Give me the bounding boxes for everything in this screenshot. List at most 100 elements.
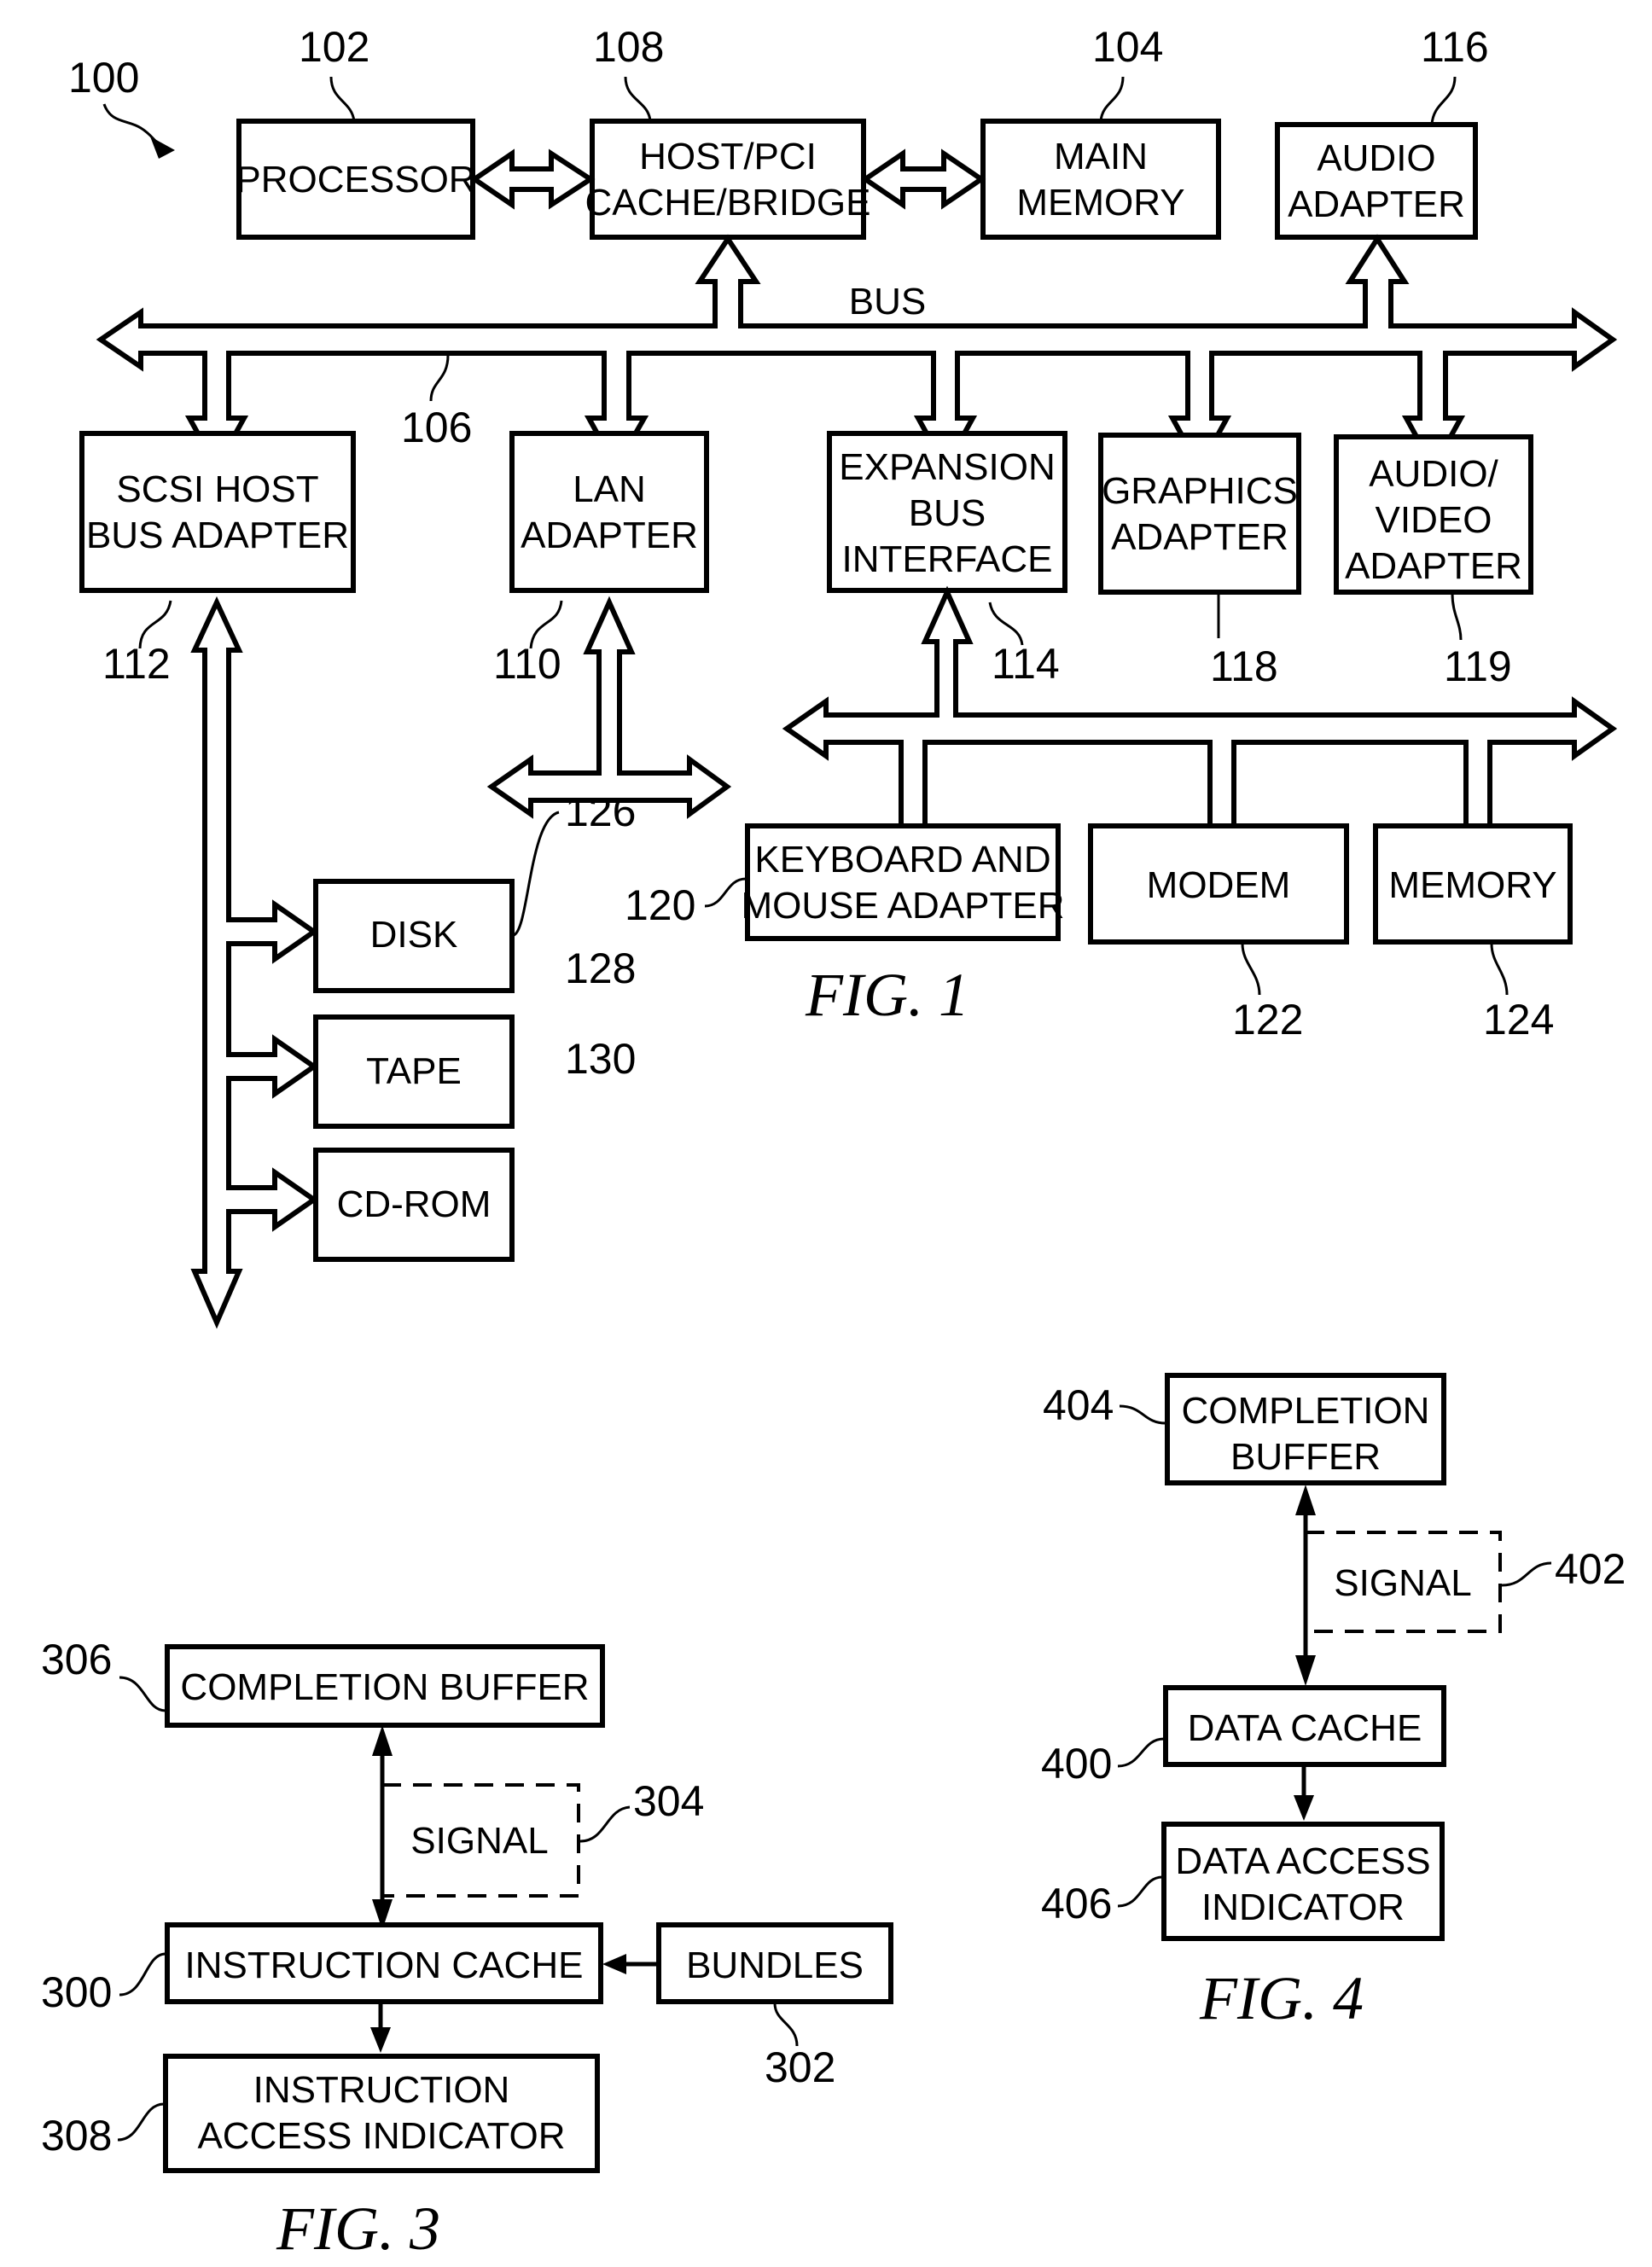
scsi-host-bus-adapter-box <box>79 431 356 593</box>
ref-404-leader <box>1119 1404 1166 1425</box>
fig4-signal-label: SIGNAL <box>1334 1562 1471 1604</box>
memory-label: MEMORY <box>1388 864 1556 906</box>
ref-119-leader <box>1451 593 1463 641</box>
ref-308-leader <box>117 2102 165 2142</box>
ref-128: 128 <box>565 945 636 992</box>
ref-119: 119 <box>1444 642 1512 690</box>
modem-label: MODEM <box>1147 864 1291 906</box>
ref-402: 402 <box>1555 1545 1626 1593</box>
lan-network-arrow <box>486 596 732 819</box>
ref-404: 404 <box>1043 1381 1114 1429</box>
dai-label-1: DATA ACCESS <box>1175 1840 1430 1882</box>
expansion-label-2: BUS <box>909 492 986 534</box>
fig4-arrowhead-down <box>1295 1655 1316 1686</box>
iai-label-2: ACCESS INDICATOR <box>197 2115 565 2157</box>
ref-302: 302 <box>765 2043 835 2091</box>
bridge-memory-arrow <box>860 148 986 210</box>
kbd-label-1: KEYBOARD AND <box>754 839 1050 881</box>
ref-400-leader <box>1117 1737 1165 1768</box>
fig3-signal-label: SIGNAL <box>410 1820 548 1862</box>
ref-108: 108 <box>593 23 664 71</box>
figure-1: 100 PROCESSOR 102 HOST/PCI CACHE/BRIDGE … <box>68 23 1618 1329</box>
ref-400: 400 <box>1041 1740 1112 1787</box>
ref-106: 106 <box>401 404 472 451</box>
processor-label: PROCESSOR <box>236 159 475 201</box>
ref-406: 406 <box>1041 1880 1112 1927</box>
ref-106-leader <box>429 354 450 402</box>
data-cache-to-indicator-arrowhead <box>1294 1795 1314 1821</box>
ref-112: 112 <box>102 640 171 688</box>
fig-1-caption: FIG. 1 <box>805 961 969 1029</box>
fig-4-caption: FIG. 4 <box>1199 1964 1364 2032</box>
tape-label: TAPE <box>366 1050 462 1092</box>
ref-124: 124 <box>1483 996 1554 1043</box>
disk-label: DISK <box>370 914 458 956</box>
instruction-cache-label: INSTRUCTION CACHE <box>185 1944 584 1986</box>
ref-108-leader <box>624 76 652 122</box>
ref-120: 120 <box>625 881 695 929</box>
ref-102: 102 <box>299 23 369 71</box>
ref-100: 100 <box>68 54 139 102</box>
ref-300-leader <box>119 1952 166 1997</box>
av-label-3: ADAPTER <box>1345 545 1522 587</box>
ref-116-leader <box>1430 76 1457 125</box>
figure-4: COMPLETION BUFFER 404 SIGNAL 402 DATA CA… <box>1041 1373 1626 2032</box>
host-bridge-label-2: CACHE/BRIDGE <box>585 182 871 224</box>
graphics-label-2: ADAPTER <box>1111 516 1288 558</box>
expansion-label-1: EXPANSION <box>839 446 1055 488</box>
scsi-bus <box>190 596 319 1329</box>
fig-3-caption: FIG. 3 <box>276 2194 440 2263</box>
ref-114-leader <box>988 602 1024 646</box>
fig3-arrowhead-up <box>372 1725 393 1756</box>
ref-104: 104 <box>1092 23 1163 71</box>
ref-302-leader <box>773 2003 799 2047</box>
main-memory-label-1: MAIN <box>1054 136 1148 177</box>
figure-3: COMPLETION BUFFER 306 SIGNAL 304 INSTRUC… <box>41 1636 893 2263</box>
ref-130: 130 <box>565 1035 636 1083</box>
ref-124-leader <box>1490 943 1509 996</box>
av-label-1: AUDIO/ <box>1369 453 1498 495</box>
main-memory-label-2: MEMORY <box>1016 182 1184 224</box>
ref-300: 300 <box>41 1968 112 2016</box>
bundles-arrowhead <box>602 1954 626 1974</box>
iai-label-1: INSTRUCTION <box>253 2069 510 2111</box>
ref-306-leader <box>119 1676 166 1712</box>
ref-100-arrowhead <box>150 137 175 159</box>
ref-122: 122 <box>1232 996 1303 1043</box>
cache-to-indicator-arrowhead <box>370 2027 391 2053</box>
kbd-label-2: MOUSE ADAPTER <box>742 885 1065 927</box>
fig4-completion-buffer-label-2: BUFFER <box>1230 1436 1381 1478</box>
bundles-label: BUNDLES <box>686 1944 864 1986</box>
data-cache-label: DATA CACHE <box>1188 1707 1422 1749</box>
ref-102-leader <box>329 76 356 122</box>
ref-122-leader <box>1241 943 1261 996</box>
audio-adapter-label-2: ADAPTER <box>1288 183 1465 225</box>
ref-308: 308 <box>41 2112 112 2159</box>
audio-adapter-label-1: AUDIO <box>1317 137 1435 179</box>
ref-114: 114 <box>992 640 1060 688</box>
graphics-adapter-box <box>1098 433 1301 595</box>
ref-110: 110 <box>493 640 561 688</box>
scsi-label-1: SCSI HOST <box>116 468 318 510</box>
ref-406-leader <box>1117 1875 1163 1908</box>
host-bridge-label-1: HOST/PCI <box>639 136 817 177</box>
expansion-label-3: INTERFACE <box>842 538 1053 580</box>
ref-402-leader <box>1501 1561 1552 1587</box>
ref-306: 306 <box>41 1636 112 1683</box>
cd-rom-label: CD-ROM <box>337 1183 492 1225</box>
ref-120-leader <box>704 877 747 908</box>
fig3-completion-buffer-label: COMPLETION BUFFER <box>180 1666 589 1708</box>
ref-118: 118 <box>1210 642 1278 690</box>
ref-104-leader <box>1099 76 1125 122</box>
lan-adapter-box <box>509 431 709 593</box>
fig4-completion-buffer-label-1: COMPLETION <box>1182 1390 1430 1432</box>
av-label-2: VIDEO <box>1376 499 1492 541</box>
graphics-label-1: GRAPHICS <box>1102 470 1298 512</box>
lan-label-1: LAN <box>573 468 646 510</box>
ref-116: 116 <box>1421 23 1489 71</box>
lan-label-2: ADAPTER <box>521 514 698 556</box>
fig4-arrowhead-up <box>1295 1485 1316 1515</box>
patent-drawing: 100 PROCESSOR 102 HOST/PCI CACHE/BRIDGE … <box>41 23 1626 2263</box>
ref-304-leader <box>579 1805 631 1843</box>
dai-label-2: INDICATOR <box>1201 1886 1405 1928</box>
